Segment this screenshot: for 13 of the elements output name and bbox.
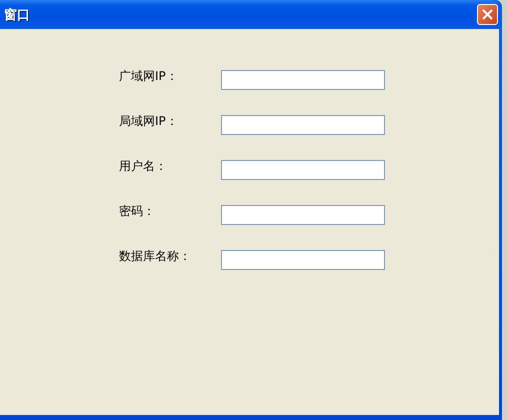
- input-field[interactable]: [221, 70, 385, 90]
- field-label: 数据库名称：: [119, 248, 192, 264]
- input-field[interactable]: [221, 160, 385, 180]
- field-label: 广域网IP：: [119, 68, 179, 84]
- input-field[interactable]: [221, 115, 385, 135]
- input-field[interactable]: [221, 250, 385, 270]
- close-icon: [482, 9, 493, 20]
- field-label: 密码：: [119, 203, 156, 219]
- field-label: 局域网IP：: [119, 113, 179, 129]
- close-button[interactable]: [477, 4, 498, 25]
- window-title: 窗口: [4, 6, 30, 24]
- input-field[interactable]: [221, 205, 385, 225]
- field-label: 用户名：: [119, 158, 168, 174]
